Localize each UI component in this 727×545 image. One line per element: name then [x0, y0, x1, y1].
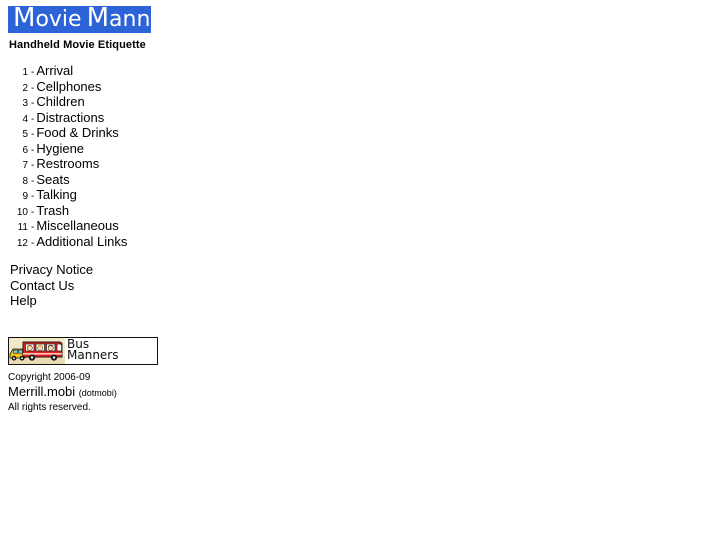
bus-manners-banner-link[interactable]: Bus Manners	[8, 337, 158, 365]
nav-item-label[interactable]: Talking	[36, 187, 76, 202]
footer-link-label[interactable]: Privacy Notice	[10, 262, 93, 277]
bus-manners-line-2: Manners	[67, 348, 119, 362]
nav-item-number: 12	[16, 237, 28, 249]
nav-item-children[interactable]: 3- Children	[0, 94, 200, 110]
logo-capital-m-2: M	[86, 6, 110, 33]
copyright-rights-line: All rights reserved.	[8, 402, 91, 413]
nav-item-miscellaneous[interactable]: 11- Miscellaneous	[0, 218, 200, 234]
footer-link-label[interactable]: Help	[10, 293, 37, 308]
nav-item-label[interactable]: Restrooms	[36, 156, 99, 171]
main-navigation-list: 1- Arrival 2- Cellphones 3- Children 4- Dist…	[0, 63, 200, 249]
nav-item-talking[interactable]: 9- Talking	[0, 187, 200, 203]
nav-item-label[interactable]: Trash	[36, 203, 69, 218]
nav-item-trash[interactable]: 10- Trash	[0, 203, 200, 219]
nav-item-additional-links[interactable]: 12- Additional Links	[0, 234, 200, 250]
nav-item-label[interactable]: Food & Drinks	[36, 125, 118, 140]
logo-capital-m-1: M	[13, 6, 36, 33]
nav-item-restrooms[interactable]: 7- Restrooms	[0, 156, 200, 172]
footer-link-label[interactable]: Contact Us	[10, 278, 74, 293]
nav-item-hygiene[interactable]: 6- Hygiene	[0, 141, 200, 157]
nav-item-label[interactable]: Miscellaneous	[36, 218, 118, 233]
site-logo-text: MovieManners	[13, 6, 151, 33]
copyright-block: Copyright 2006-09 Merrill.mobi (dotmobi)…	[8, 371, 258, 414]
logo-word-2: anners	[109, 7, 151, 32]
school-bus-illustration-icon	[9, 338, 65, 364]
nav-item-label[interactable]: Hygiene	[36, 141, 84, 156]
nav-item-distractions[interactable]: 4- Distractions	[0, 110, 200, 126]
copyright-owner-name: Merrill.mobi	[8, 384, 76, 399]
copyright-owner-note: (dotmobi)	[78, 388, 117, 398]
nav-item-label[interactable]: Arrival	[36, 63, 73, 78]
footer-link-help[interactable]: Help	[10, 293, 93, 309]
nav-item-label[interactable]: Seats	[36, 172, 69, 187]
copyright-owner-line: Merrill.mobi (dotmobi)	[8, 384, 258, 401]
site-tagline: Handheld Movie Etiquette	[9, 39, 146, 51]
footer-links-list: Privacy Notice Contact Us Help	[10, 262, 93, 309]
nav-item-food-and-drinks[interactable]: 5- Food & Drinks	[0, 125, 200, 141]
bus-manners-wordmark: Bus Manners	[67, 338, 155, 364]
nav-item-cellphones[interactable]: 2- Cellphones	[0, 79, 200, 95]
nav-item-seats[interactable]: 8- Seats	[0, 172, 200, 188]
logo-word-1: ovie	[35, 7, 82, 32]
footer-link-privacy-notice[interactable]: Privacy Notice	[10, 262, 93, 278]
page-root: MovieManners Handheld Movie Etiquette 1-…	[0, 0, 727, 545]
nav-item-label[interactable]: Children	[36, 94, 84, 109]
site-logo-banner[interactable]: MovieManners	[8, 6, 151, 33]
nav-item-label[interactable]: Cellphones	[36, 79, 101, 94]
copyright-year-line: Copyright 2006-09	[8, 372, 91, 383]
footer-link-contact-us[interactable]: Contact Us	[10, 278, 93, 294]
nav-item-arrival[interactable]: 1- Arrival	[0, 63, 200, 79]
nav-item-label[interactable]: Additional Links	[36, 234, 127, 249]
nav-item-label[interactable]: Distractions	[36, 110, 104, 125]
